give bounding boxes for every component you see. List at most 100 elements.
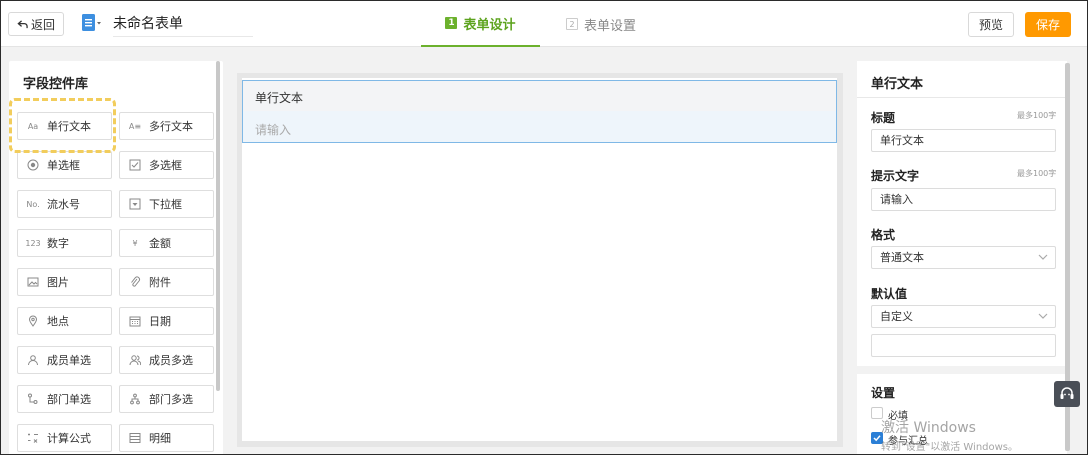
required-label: 必填 [888,411,908,422]
field-library-title: 字段控件库 [23,77,89,92]
radio-icon [26,158,40,172]
section-separator [857,366,1067,374]
widget-label: 流水号 [47,198,80,211]
properties-divider [857,97,1067,98]
dropdown-icon [128,197,142,211]
field-card-label: 单行文本 [255,91,304,105]
detail-list-icon [128,431,142,445]
properties-panel: 单行文本 标题 最多100字 单行文本 提示文字 最多100字 请输入 格式 普… [857,61,1067,454]
currency-icon: ¥ [132,238,138,248]
widget-detail-list[interactable]: 明细 [119,424,214,452]
tab-form-design[interactable]: 1 表单设计 [421,1,540,47]
image-icon [26,275,40,289]
widget-paperclip[interactable]: 附件 [119,268,214,296]
selected-field-card[interactable]: 单行文本 请输入 [242,80,837,143]
user-icon [26,353,40,367]
form-doc-icon[interactable] [81,13,103,35]
multi-line-text-icon: A≡ [128,121,142,131]
widget-multi-line-text[interactable]: A≡ 多行文本 [119,112,214,140]
widget-serial-number[interactable]: No. 流水号 [17,190,112,218]
form-canvas-area: 单行文本 请输入 [237,73,843,447]
format-label: 格式 [871,228,896,242]
widget-label: 金额 [149,237,171,250]
widget-label: 下拉框 [149,198,182,211]
properties-title: 单行文本 [871,77,924,92]
summary-checkbox[interactable] [871,432,883,444]
widget-label: 明细 [149,432,171,445]
title-hint: 最多100字 [1017,111,1057,120]
check-icon [873,435,881,442]
widget-calendar[interactable]: 日期 [119,307,214,335]
widget-label: 计算公式 [47,432,91,445]
top-bar: 返回 未命名表单 1 表单设计 2 表单设置 预览 保存 [1,1,1087,47]
widget-label: 成员单选 [47,354,91,367]
step-number: 2 [566,18,578,30]
widget-label: 多行文本 [149,120,193,133]
default-value-label: 默认值 [871,287,908,301]
widget-label: 日期 [149,315,171,328]
users-icon [128,353,142,367]
required-checkbox[interactable] [871,407,883,419]
widget-label: 多选框 [149,159,182,172]
default-value-select-value: 自定义 [880,310,913,323]
widget-image[interactable]: 图片 [17,268,112,296]
default-value-input[interactable] [871,334,1056,357]
widget-label: 数字 [47,237,69,250]
tab-form-design-label: 表单设计 [463,17,516,33]
widget-number[interactable]: 123 数字 [17,229,112,257]
default-value-select[interactable]: 自定义 [871,305,1056,328]
prompt-label: 提示文字 [871,169,920,183]
step-number: 1 [445,17,458,29]
widget-label: 部门多选 [149,393,193,406]
prompt-input[interactable]: 请输入 [871,188,1056,211]
library-scrollbar[interactable] [216,61,220,391]
field-card-header [243,81,836,111]
customer-service-button[interactable] [1054,381,1080,407]
prompt-hint: 最多100字 [1017,169,1057,178]
widget-label: 成员多选 [149,354,193,367]
title-label: 标题 [871,111,896,125]
checkbox-icon [128,158,142,172]
save-button[interactable]: 保存 [1025,12,1071,37]
back-button[interactable]: 返回 [8,12,64,36]
widget-dropdown[interactable]: 下拉框 [119,190,214,218]
department-icon [26,392,40,406]
widget-checkbox[interactable]: 多选框 [119,151,214,179]
formula-icon [26,431,40,445]
widget-users[interactable]: 成员多选 [119,346,214,374]
back-arrow-icon [17,19,28,28]
form-canvas[interactable]: 单行文本 请输入 [242,78,837,441]
preview-button[interactable]: 预览 [968,12,1014,37]
format-select-value: 普通文本 [880,251,924,264]
field-library-panel: 字段控件库 Aa 单行文本 A≡ 多行文本 单选框 多选框 No. 流水号 下拉框 123 数字 ¥ 金… [9,61,223,454]
widget-label: 部门单选 [47,393,91,406]
form-name-input[interactable]: 未命名表单 [113,13,253,37]
widget-location[interactable]: 地点 [17,307,112,335]
paperclip-icon [128,275,142,289]
widget-radio[interactable]: 单选框 [17,151,112,179]
widget-label: 图片 [47,276,69,289]
widget-highlight [9,98,116,153]
serial-number-icon: No. [26,199,40,209]
widget-org-tree[interactable]: 部门多选 [119,385,214,413]
widget-currency[interactable]: ¥ 金额 [119,229,214,257]
field-card-placeholder: 请输入 [255,123,292,137]
widget-label: 单选框 [47,159,80,172]
widget-label: 地点 [47,315,69,328]
format-select[interactable]: 普通文本 [871,246,1056,269]
back-label: 返回 [30,17,55,32]
widget-department[interactable]: 部门单选 [17,385,112,413]
tab-form-settings-label: 表单设置 [584,18,637,34]
org-tree-icon [128,392,142,406]
headset-icon [1060,387,1074,399]
summary-label: 参与汇总 [888,436,928,447]
chevron-down-icon [1038,313,1048,319]
number-icon: 123 [25,238,41,248]
calendar-icon [128,314,142,328]
tab-form-settings[interactable]: 2 表单设置 [566,1,636,47]
location-icon [26,314,40,328]
widget-formula[interactable]: 计算公式 [17,424,112,452]
title-input[interactable]: 单行文本 [871,129,1056,152]
widget-label: 附件 [149,276,171,289]
widget-user[interactable]: 成员单选 [17,346,112,374]
